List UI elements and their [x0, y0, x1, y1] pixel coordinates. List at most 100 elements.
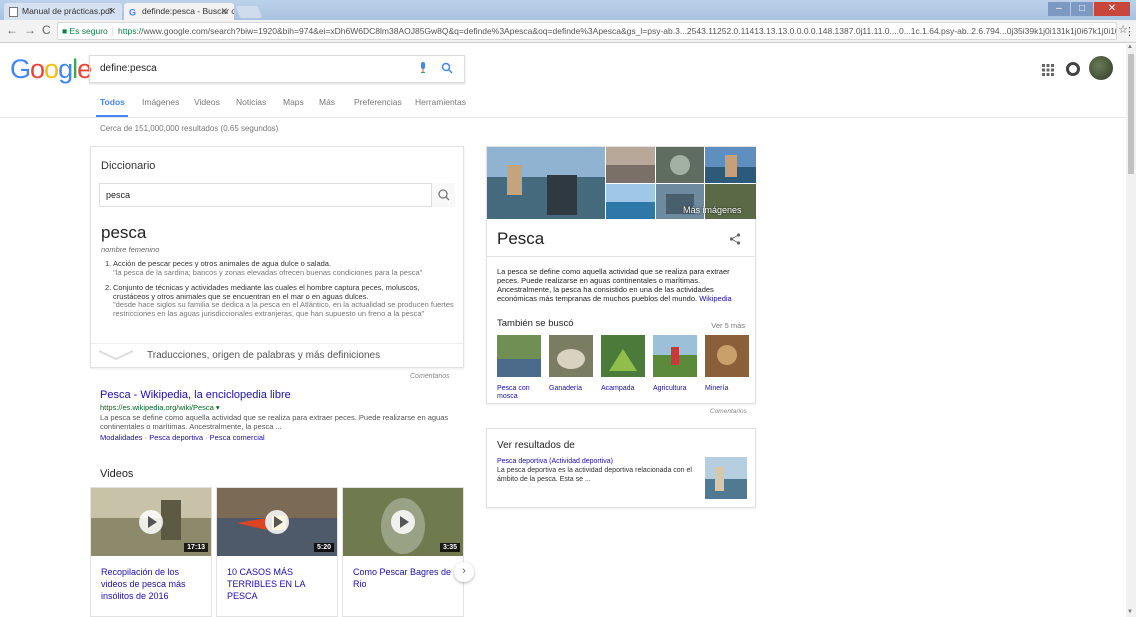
- see-results-heading: Ver resultados de: [497, 440, 575, 451]
- panel-image[interactable]: [656, 147, 704, 183]
- tab-todos[interactable]: Todos: [100, 97, 125, 107]
- close-tab-icon[interactable]: ✕: [108, 3, 116, 20]
- video-duration: 5:20: [313, 543, 334, 552]
- dictionary-search-input[interactable]: pesca: [99, 183, 455, 207]
- dictionary-search-button[interactable]: [431, 183, 455, 207]
- logo-letter: o: [30, 54, 45, 84]
- scroll-up-icon[interactable]: ▲: [1127, 44, 1133, 50]
- tab-noticias[interactable]: Noticias: [236, 97, 266, 107]
- url-field[interactable]: ■ Es seguro | https://www.google.com/searc…: [57, 22, 1117, 40]
- logo-letter: o: [44, 54, 59, 84]
- panel-image[interactable]: [606, 147, 655, 183]
- tab-videos[interactable]: Videos: [194, 97, 220, 107]
- sitelink[interactable]: Pesca deportiva: [149, 433, 203, 442]
- logo-letter: g: [58, 54, 73, 84]
- related-label: Agricultura: [653, 385, 687, 392]
- search-input[interactable]: define:pesca: [89, 55, 465, 83]
- share-icon[interactable]: [729, 233, 741, 245]
- videos-heading: Videos: [100, 468, 134, 480]
- definition-1: 1. Acción de pescar peces y otros animal…: [105, 259, 455, 277]
- panel-image[interactable]: [606, 184, 655, 219]
- search-icon: [438, 189, 450, 201]
- minimize-button[interactable]: –: [1048, 2, 1070, 16]
- play-icon[interactable]: [265, 510, 289, 534]
- related-item[interactable]: Pesca con mosca: [497, 335, 541, 401]
- result-snippet: La pesca se define como aquella activida…: [100, 413, 449, 431]
- page-scrollbar[interactable]: ▲ ▼: [1126, 44, 1136, 617]
- dictionary-word: pesca: [101, 223, 147, 242]
- search-icon[interactable]: [441, 62, 453, 74]
- svg-text:G: G: [129, 8, 136, 17]
- tab-preferencias[interactable]: Preferencias: [354, 97, 402, 107]
- video-card[interactable]: 5:20 10 CASOS MÁS TERRIBLES EN LA PESCA: [216, 487, 338, 617]
- result-url[interactable]: https://es.wikipedia.org/wiki/Pesca ▾: [100, 403, 220, 412]
- more-definitions-link[interactable]: Traducciones, origen de palabras y más d…: [91, 343, 463, 368]
- play-icon[interactable]: [391, 510, 415, 534]
- close-tab-icon[interactable]: ✕: [220, 3, 228, 20]
- knowledge-panel: Más imágenes Pesca La pesca se define co…: [486, 146, 756, 404]
- maximize-button[interactable]: □: [1071, 2, 1093, 16]
- avatar[interactable]: [1089, 56, 1113, 80]
- forward-arrow-icon[interactable]: →: [24, 23, 36, 37]
- browser-menu-icon[interactable]: ⋮: [1124, 25, 1135, 38]
- definition-number: 2.: [105, 283, 112, 292]
- tab-imagenes[interactable]: Imágenes: [142, 97, 179, 107]
- video-title[interactable]: 10 CASOS MÁS TERRIBLES EN LA PESCA: [227, 566, 331, 602]
- next-videos-button[interactable]: ›: [454, 562, 474, 582]
- video-title[interactable]: Recopilación de los videos de pesca más …: [101, 566, 205, 602]
- panel-divider: [487, 256, 755, 257]
- see-results-text: La pesca deportiva es la actividad depor…: [497, 467, 692, 483]
- tab-herramientas[interactable]: Herramientas: [415, 97, 466, 107]
- sitelink[interactable]: Pesca comercial: [210, 433, 265, 442]
- related-item[interactable]: Acampada: [601, 335, 645, 393]
- url-protocol: https://: [118, 26, 144, 36]
- video-card[interactable]: 3:35 Como Pescar Bagres de Rio: [342, 487, 464, 617]
- result-title-link[interactable]: Pesca - Wikipedia, la enciclopedia libre: [100, 389, 291, 401]
- scrollbar-thumb[interactable]: [1128, 54, 1134, 174]
- panel-image[interactable]: [487, 147, 605, 219]
- sitelink-separator: ·: [203, 433, 210, 442]
- wikipedia-link[interactable]: Wikipedia: [699, 294, 732, 303]
- address-bar: ← → C ■ Es seguro | https://www.google.com…: [0, 20, 1136, 43]
- secure-label: Es seguro: [69, 26, 108, 36]
- tab-maps[interactable]: Maps: [283, 97, 304, 107]
- part-of-speech: nombre femenino: [101, 245, 160, 254]
- panel-image[interactable]: [705, 147, 756, 183]
- play-icon[interactable]: [139, 510, 163, 534]
- notifications-icon[interactable]: [1066, 62, 1080, 76]
- new-tab-button[interactable]: [235, 6, 263, 18]
- related-label: Pesca con mosca: [497, 385, 530, 400]
- feedback-link[interactable]: Comentarios: [710, 408, 747, 415]
- see-results-image[interactable]: [705, 457, 747, 499]
- related-item[interactable]: Ganadería: [549, 335, 593, 393]
- more-images-link[interactable]: Más imágenes: [683, 205, 742, 215]
- chevron-down-icon[interactable]: [97, 349, 135, 361]
- tab-title: Manual de prácticas.pdf: [22, 6, 113, 16]
- sitelink[interactable]: Modalidades: [100, 433, 143, 442]
- close-window-button[interactable]: ✕: [1094, 2, 1130, 16]
- url-text: www.google.com/search?biw=1920&bih=974&e…: [143, 26, 1117, 36]
- feedback-link[interactable]: Comentarios: [410, 373, 450, 380]
- related-label: Acampada: [601, 385, 635, 392]
- scroll-down-icon[interactable]: ▼: [1127, 609, 1133, 615]
- browser-tab-pdf[interactable]: Manual de prácticas.pdf ✕: [4, 3, 122, 20]
- logo-letter: G: [10, 54, 31, 84]
- microphone-icon[interactable]: [420, 62, 426, 73]
- video-title[interactable]: Como Pescar Bagres de Rio: [353, 566, 457, 590]
- related-item[interactable]: Agricultura: [653, 335, 697, 393]
- see-more-link[interactable]: Ver 5 más: [711, 321, 745, 330]
- dictionary-heading: Diccionario: [101, 160, 156, 172]
- related-item[interactable]: Minería: [705, 335, 749, 393]
- see-results-card: Ver resultados de Pesca deportiva (Activ…: [486, 428, 756, 508]
- video-card[interactable]: 17:13 Recopilación de los videos de pesc…: [90, 487, 212, 617]
- see-results-link[interactable]: Pesca deportiva (Actividad deportiva): [497, 458, 613, 465]
- related-image: [497, 335, 541, 377]
- tab-mas[interactable]: Más: [319, 97, 335, 107]
- reload-icon[interactable]: C: [42, 23, 51, 37]
- back-arrow-icon[interactable]: ←: [6, 23, 18, 37]
- apps-grid-icon[interactable]: [1042, 64, 1054, 76]
- definition-example: "la pesca de la sardina; bancos y zonas …: [113, 267, 423, 277]
- related-image: [653, 335, 697, 377]
- browser-tab-google[interactable]: G definde:pesca - Buscar co ✕: [124, 3, 234, 20]
- google-logo[interactable]: Google: [10, 54, 92, 85]
